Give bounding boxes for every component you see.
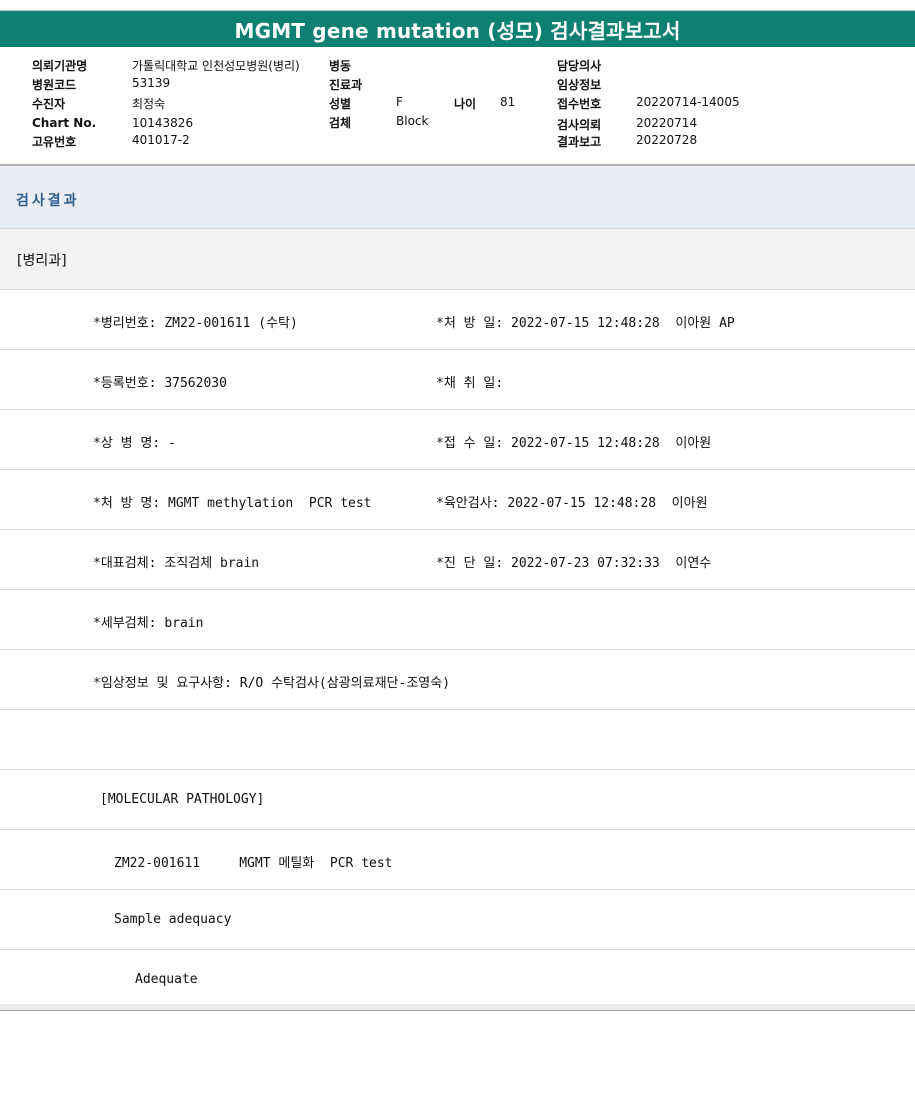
- row-left-text: *병리번호: ZM22-001611 (수탁): [93, 316, 298, 331]
- section-title: 검사결과: [16, 193, 80, 209]
- specimen-value: Block: [396, 114, 429, 128]
- section-header: 검사결과: [0, 166, 915, 229]
- report-row: ZM22-001611 MGMT 메틸화 PCR test: [0, 830, 915, 890]
- row-right-text: *진 단 일: 2022-07-23 07:32:33 이연수: [436, 556, 712, 571]
- report-row: Adequate: [0, 950, 915, 1004]
- institution-label: 의뢰기관명: [32, 59, 88, 73]
- request-date-label: 검사의뢰: [557, 118, 602, 132]
- unique-no-label: 고유번호: [32, 135, 77, 149]
- result-row: *임상정보 및 요구사항: R/O 수탁검사(삼광의료재단-조영숙): [0, 650, 915, 710]
- clinical-info-label: 임상정보: [557, 78, 602, 92]
- row-left-text: *처 방 명: MGMT methylation PCR test: [93, 496, 372, 511]
- report-title: MGMT gene mutation (성모) 검사결과보고서: [234, 18, 681, 43]
- ward-label: 병동: [329, 59, 352, 73]
- department-row: [병리과]: [0, 229, 915, 290]
- patient-label: 수진자: [32, 97, 66, 111]
- molecular-pathology-header: [MOLECULAR PATHOLOGY]: [100, 792, 265, 807]
- dept-label: 진료과: [329, 78, 363, 92]
- institution-value: 가톨릭대학교 인천성모병원(병리): [132, 59, 300, 73]
- age-label: 나이: [454, 97, 477, 111]
- bottom-divider: [0, 1010, 915, 1011]
- age-value: 81: [500, 95, 516, 109]
- row-right-text: *접 수 일: 2022-07-15 12:48:28 이아원: [436, 436, 712, 451]
- unique-no-value: 401017-2: [132, 133, 190, 147]
- request-date-value: 20220714: [636, 116, 698, 130]
- report-row: [MOLECULAR PATHOLOGY]: [0, 770, 915, 830]
- row-right-text: *육안검사: 2022-07-15 12:48:28 이아원: [436, 496, 708, 511]
- report-title-bar: MGMT gene mutation (성모) 검사결과보고서: [0, 10, 915, 47]
- row-left-text: *상 병 명: -: [93, 436, 176, 451]
- row-left-text: *등록번호: 37562030: [93, 376, 227, 391]
- chart-no-label: Chart No.: [32, 116, 97, 130]
- report-row: Sample adequacy: [0, 890, 915, 950]
- specimen-label: 검체: [329, 116, 352, 130]
- result-row: *등록번호: 37562030 *채 취 일:: [0, 350, 915, 410]
- test-line: ZM22-001611 MGMT 메틸화 PCR test: [114, 856, 393, 871]
- patient-info-block: 의뢰기관명 병원코드 수진자 Chart No. 고유번호 가톨릭대학교 인천성…: [0, 55, 915, 151]
- sample-adequacy-value: Adequate: [135, 972, 198, 987]
- patient-value: 최정숙: [132, 97, 166, 111]
- row-left-text: *임상정보 및 요구사항: R/O 수탁검사(삼광의료재단-조영숙): [93, 676, 451, 691]
- row-left-text: *세부검체: brain: [93, 616, 204, 631]
- receipt-no-label: 접수번호: [557, 97, 602, 111]
- result-row: *상 병 명: - *접 수 일: 2022-07-15 12:48:28 이아…: [0, 410, 915, 470]
- report-date-label: 결과보고: [557, 135, 602, 149]
- hospital-code-label: 병원코드: [32, 78, 77, 92]
- chart-no-value: 10143826: [132, 116, 194, 130]
- row-right-text: *채 취 일:: [436, 376, 504, 391]
- report-date-value: 20220728: [636, 133, 698, 147]
- receipt-no-value: 20220714-14005: [636, 95, 740, 109]
- sex-value: F: [396, 95, 403, 109]
- sex-label: 성별: [329, 97, 352, 111]
- result-row: *세부검체: brain: [0, 590, 915, 650]
- result-row: *병리번호: ZM22-001611 (수탁) *처 방 일: 2022-07-…: [0, 290, 915, 350]
- department-label: [병리과]: [17, 253, 67, 269]
- result-row: *대표검체: 조직검체 brain *진 단 일: 2022-07-23 07:…: [0, 530, 915, 590]
- row-right-text: *처 방 일: 2022-07-15 12:48:28 이아원 AP: [436, 316, 735, 331]
- sample-adequacy-label: Sample adequacy: [114, 912, 232, 927]
- hospital-code-value: 53139: [132, 76, 171, 90]
- blank-row: [0, 710, 915, 770]
- doctor-label: 담당의사: [557, 59, 602, 73]
- result-row: *처 방 명: MGMT methylation PCR test *육안검사:…: [0, 470, 915, 530]
- row-left-text: *대표검체: 조직검체 brain: [93, 556, 260, 571]
